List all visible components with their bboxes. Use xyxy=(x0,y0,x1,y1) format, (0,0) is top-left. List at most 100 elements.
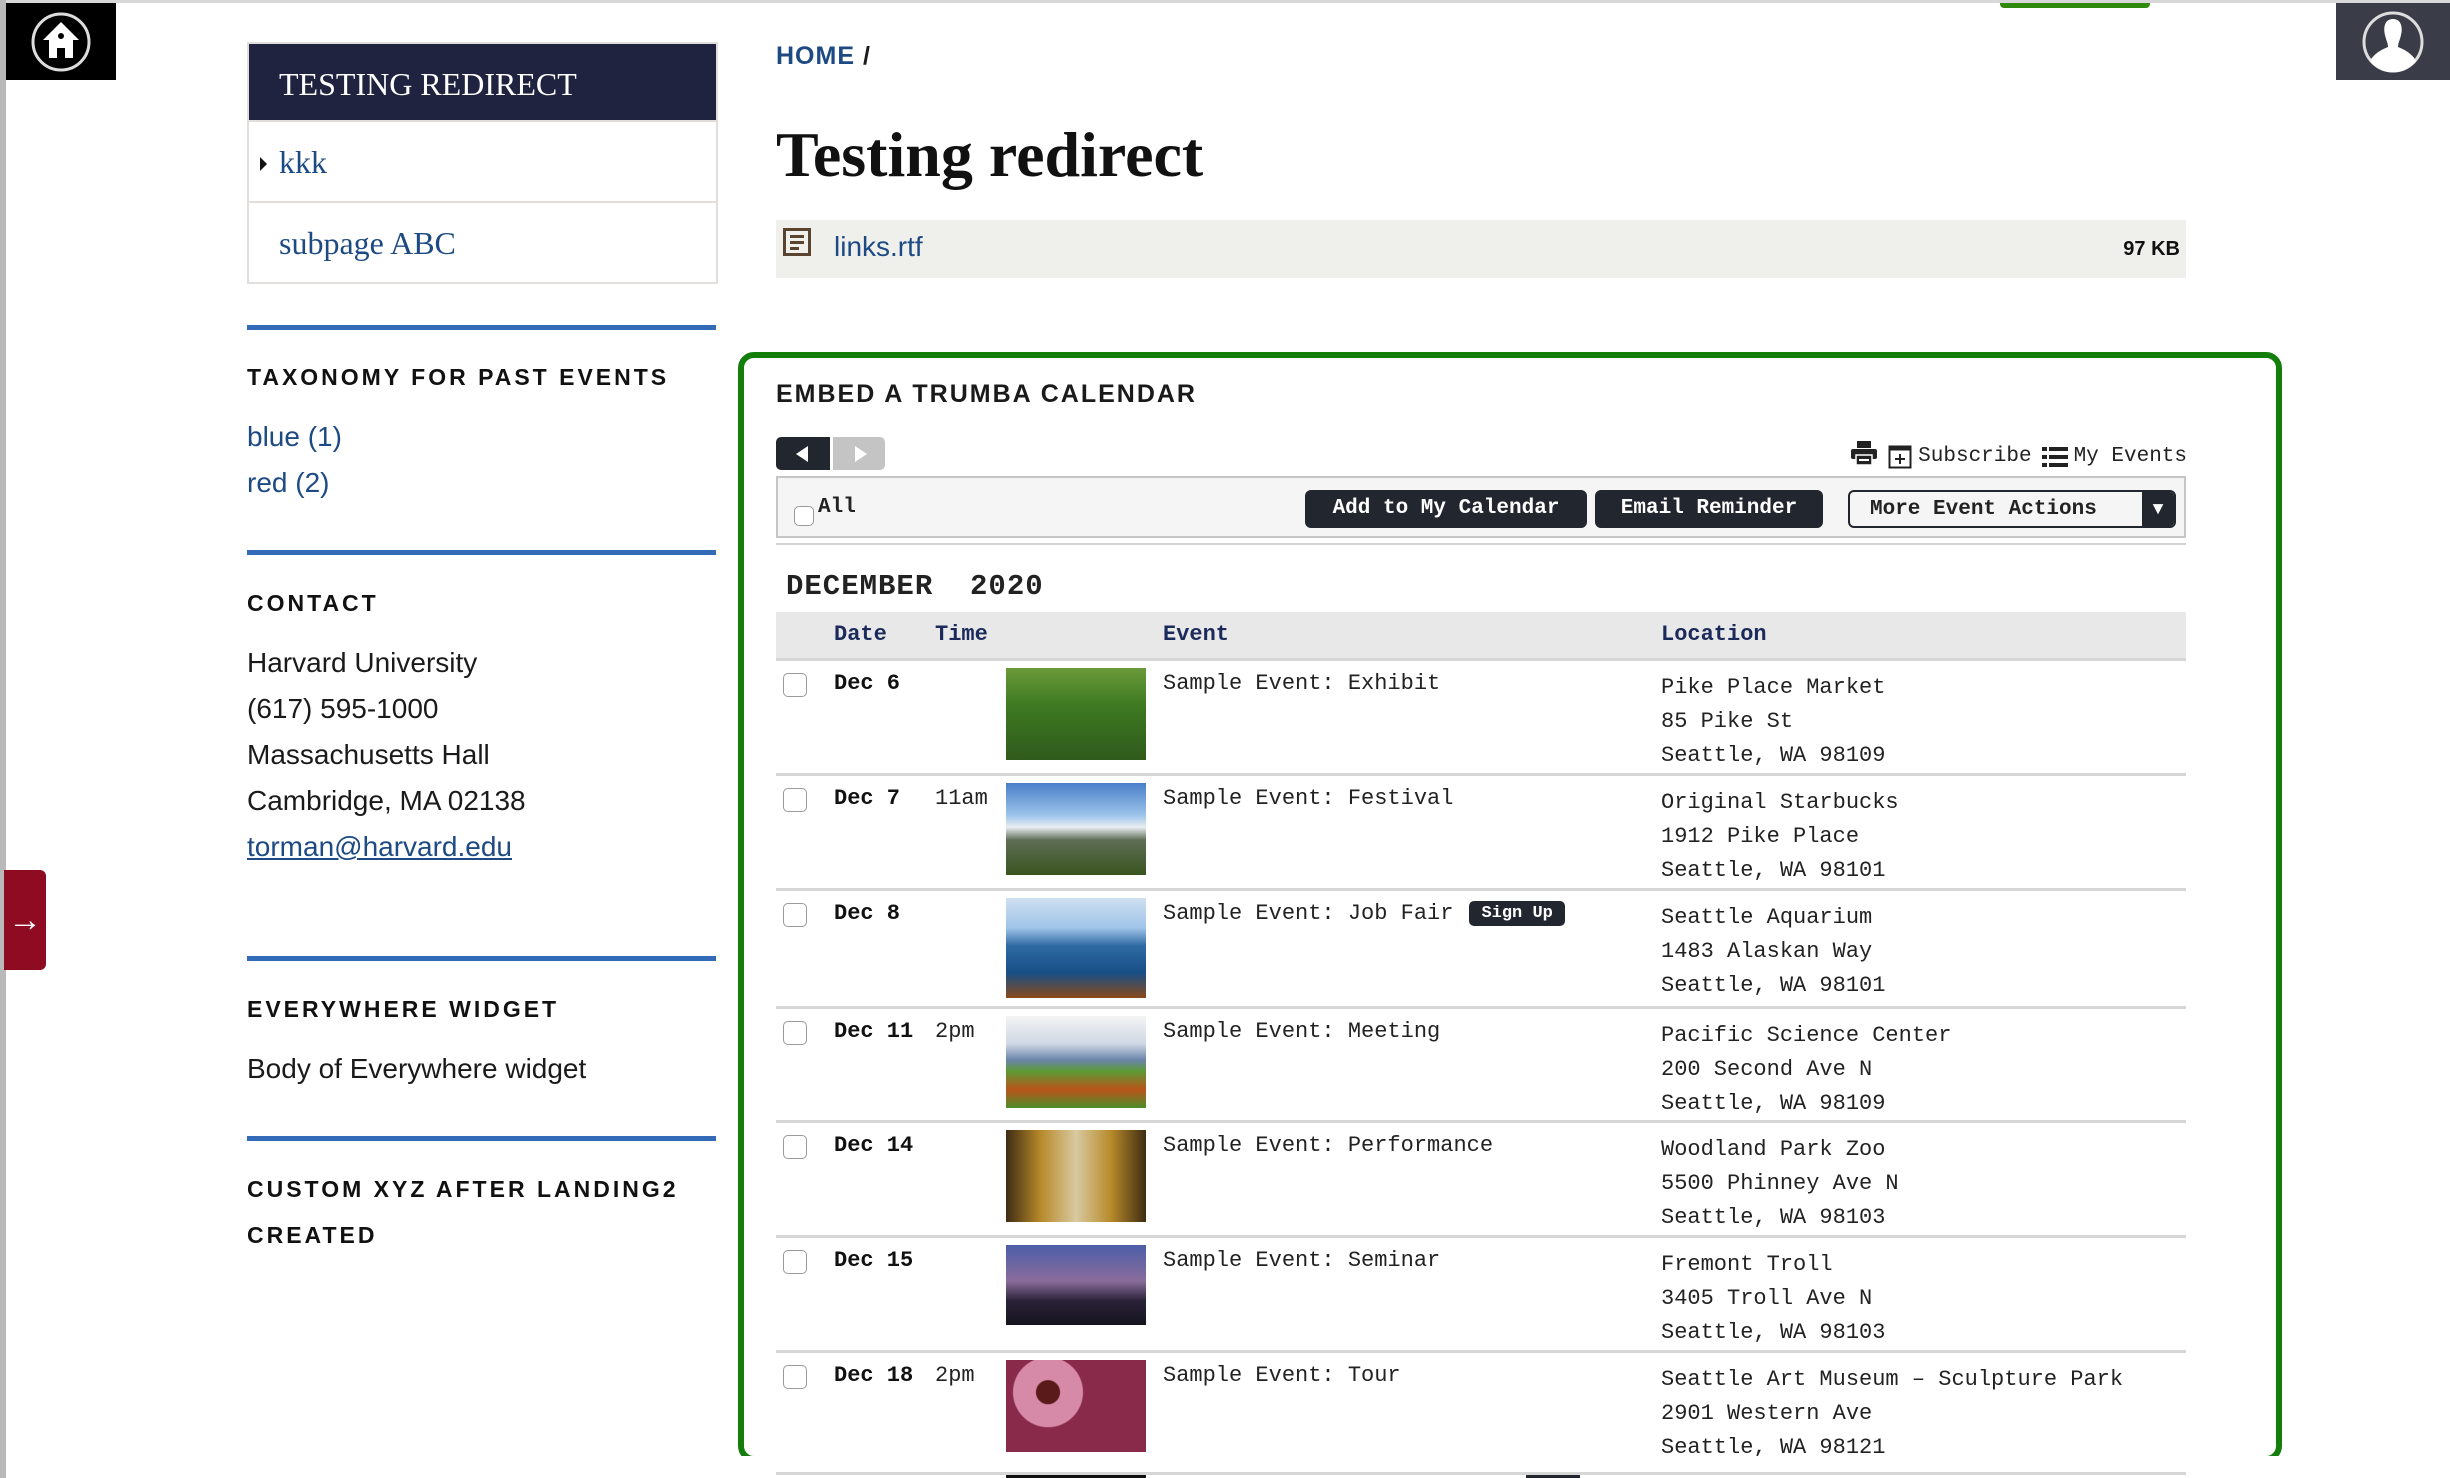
calendar-plus-icon xyxy=(1888,445,1912,468)
location-street: 1912 Pike Place xyxy=(1661,824,1860,849)
location-street: 200 Second Ave N xyxy=(1661,1057,1873,1082)
triangle-right-icon xyxy=(855,446,867,462)
event-checkbox[interactable] xyxy=(783,1250,807,1274)
subscribe-label: Subscribe xyxy=(1918,445,2032,468)
sign-up-button[interactable]: Sign Up xyxy=(1469,901,1565,926)
event-thumbnail[interactable] xyxy=(1006,1016,1146,1108)
select-all[interactable]: All xyxy=(794,496,856,526)
taxonomy-link-blue[interactable]: blue (1) xyxy=(247,421,342,453)
table-row[interactable]: Dec 11 2pm Sample Event: Meeting Pacific Sc… xyxy=(776,1006,2186,1121)
event-location: Woodland Park Zoo 5500 Phinney Ave N Seatt… xyxy=(1661,1133,1899,1235)
my-events-link[interactable]: My Events xyxy=(2041,445,2187,468)
taxonomy-link-red[interactable]: red (2) xyxy=(247,467,329,499)
location-street: 2901 Western Ave xyxy=(1661,1401,1873,1426)
event-time: 2pm xyxy=(935,1019,975,1044)
event-date: Dec 18 xyxy=(834,1363,914,1388)
location-city: Seattle, WA 98101 xyxy=(1661,973,1886,998)
caret-right-icon xyxy=(260,157,267,171)
redirect-tab-button[interactable]: → xyxy=(4,870,46,970)
event-checkbox[interactable] xyxy=(783,1135,807,1159)
event-thumbnail[interactable] xyxy=(1006,1360,1146,1452)
sidebar-item-subpage-abc[interactable]: subpage ABC xyxy=(249,201,716,282)
contact-email-link[interactable]: torman@harvard.edu xyxy=(247,831,512,863)
location-city: Seattle, WA 98101 xyxy=(1661,858,1886,883)
more-event-actions-label: More Event Actions xyxy=(1870,498,2097,521)
event-thumbnail[interactable] xyxy=(1006,668,1146,760)
sidebar-item-kkk[interactable]: kkk xyxy=(249,120,716,201)
location-name: Fremont Troll xyxy=(1661,1252,1833,1277)
print-button[interactable] xyxy=(1850,440,1878,473)
chevron-down-icon: ▼ xyxy=(2142,492,2174,526)
event-thumbnail[interactable] xyxy=(1006,898,1146,998)
sidebar-menu: TESTING REDIRECT kkk subpage ABC xyxy=(247,42,718,284)
location-city: Seattle, WA 98103 xyxy=(1661,1205,1886,1230)
subscribe-link[interactable]: Subscribe xyxy=(1888,445,2032,469)
home-button[interactable] xyxy=(6,3,116,80)
more-event-actions-dropdown[interactable]: More Event Actions ▼ xyxy=(1848,490,2176,528)
sidebar-menu-title[interactable]: TESTING REDIRECT xyxy=(249,44,716,120)
location-street: 5500 Phinney Ave N xyxy=(1661,1171,1899,1196)
triangle-left-icon xyxy=(796,446,808,462)
event-title-link[interactable]: Sample Event: Meeting xyxy=(1163,1019,1440,1044)
event-checkbox[interactable] xyxy=(783,1365,807,1389)
table-row[interactable]: Dec 15 Sample Event: Seminar Fremont Troll… xyxy=(776,1235,2186,1345)
event-checkbox[interactable] xyxy=(783,903,807,927)
top-green-tab[interactable] xyxy=(2000,3,2150,8)
event-title-link[interactable]: Sample Event: Exhibit xyxy=(1163,671,1440,696)
location-street: 1483 Alaskan Way xyxy=(1661,939,1873,964)
event-title-cell: Sample Event: Tour xyxy=(1163,1363,1401,1388)
email-reminder-button[interactable]: Email Reminder xyxy=(1595,490,1823,528)
everywhere-widget-heading: EVERYWHERE WIDGET xyxy=(247,996,560,1022)
event-checkbox[interactable] xyxy=(783,788,807,812)
column-time: Time xyxy=(935,622,988,647)
event-title-cell: Sample Event: Festival xyxy=(1163,786,1453,811)
event-title-link[interactable]: Sample Event: Job Fair xyxy=(1163,901,1453,926)
section-divider xyxy=(247,1136,716,1141)
column-date: Date xyxy=(834,622,887,647)
event-thumbnail[interactable] xyxy=(1006,783,1146,875)
event-thumbnail[interactable] xyxy=(1006,1130,1146,1222)
location-name: Seattle Aquarium xyxy=(1661,905,1873,930)
list-icon xyxy=(2041,446,2068,467)
attachment-link[interactable]: links.rtf xyxy=(834,231,923,263)
event-thumbnail[interactable] xyxy=(1006,1245,1146,1325)
event-title-link[interactable]: Sample Event: Tour xyxy=(1163,1363,1401,1388)
user-profile-button[interactable] xyxy=(2336,3,2450,80)
event-title-cell: Sample Event: Seminar xyxy=(1163,1248,1440,1273)
event-date: Dec 11 xyxy=(834,1019,914,1044)
event-title-link[interactable]: Sample Event: Seminar xyxy=(1163,1248,1440,1273)
table-row[interactable]: Dec 8 Sample Event: Job Fair Sign Up Seattl… xyxy=(776,888,2186,1011)
previous-button[interactable] xyxy=(776,437,830,470)
contact-line: Massachusetts Hall xyxy=(247,739,490,770)
toolbar-divider xyxy=(776,543,2186,545)
breadcrumb-home-link[interactable]: HOME xyxy=(776,42,855,70)
event-checkbox[interactable] xyxy=(783,1021,807,1045)
column-location: Location xyxy=(1661,622,1767,647)
select-all-checkbox[interactable] xyxy=(794,506,814,526)
contact-heading: CONTACT xyxy=(247,590,379,616)
event-location: Pacific Science Center 200 Second Ave N Se… xyxy=(1661,1019,1951,1121)
next-button[interactable] xyxy=(833,437,885,470)
event-location: Pike Place Market 85 Pike St Seattle, WA 9… xyxy=(1661,671,1885,773)
section-divider xyxy=(247,956,716,961)
event-checkbox[interactable] xyxy=(783,673,807,697)
location-name: Woodland Park Zoo xyxy=(1661,1137,1886,1162)
table-row[interactable]: Dec 7 11am Sample Event: Festival Original … xyxy=(776,773,2186,888)
section-divider xyxy=(247,325,716,330)
calendar-links: Subscribe My Events xyxy=(1850,440,2187,473)
event-location: Fremont Troll 3405 Troll Ave N Seattle, WA… xyxy=(1661,1248,1885,1350)
event-title-link[interactable]: Sample Event: Festival xyxy=(1163,786,1453,811)
event-location: Original Starbucks 1912 Pike Place Seattle… xyxy=(1661,786,1899,888)
event-title-cell: Sample Event: Job Fair Sign Up xyxy=(1163,901,1565,926)
add-to-calendar-button[interactable]: Add to My Calendar xyxy=(1305,490,1587,528)
event-title-link[interactable]: Sample Event: Performance xyxy=(1163,1133,1493,1158)
table-row[interactable]: Dec 14 Sample Event: Performance Woodland … xyxy=(776,1120,2186,1235)
table-row[interactable]: Dec 18 2pm Sample Event: Tour Seattle Art M… xyxy=(776,1350,2186,1465)
event-toolbar: All Add to My Calendar Email Reminder Mo… xyxy=(776,476,2186,538)
event-date: Dec 7 xyxy=(834,786,901,811)
event-title-cell: Sample Event: Performance xyxy=(1163,1133,1493,1158)
sidebar-item-label: kkk xyxy=(279,144,327,180)
table-row[interactable]: Dec 6 Sample Event: Exhibit Pike Place Mar… xyxy=(776,658,2186,773)
calendar-title: EMBED A TRUMBA CALENDAR xyxy=(776,380,1197,408)
location-name: Original Starbucks xyxy=(1661,790,1899,815)
